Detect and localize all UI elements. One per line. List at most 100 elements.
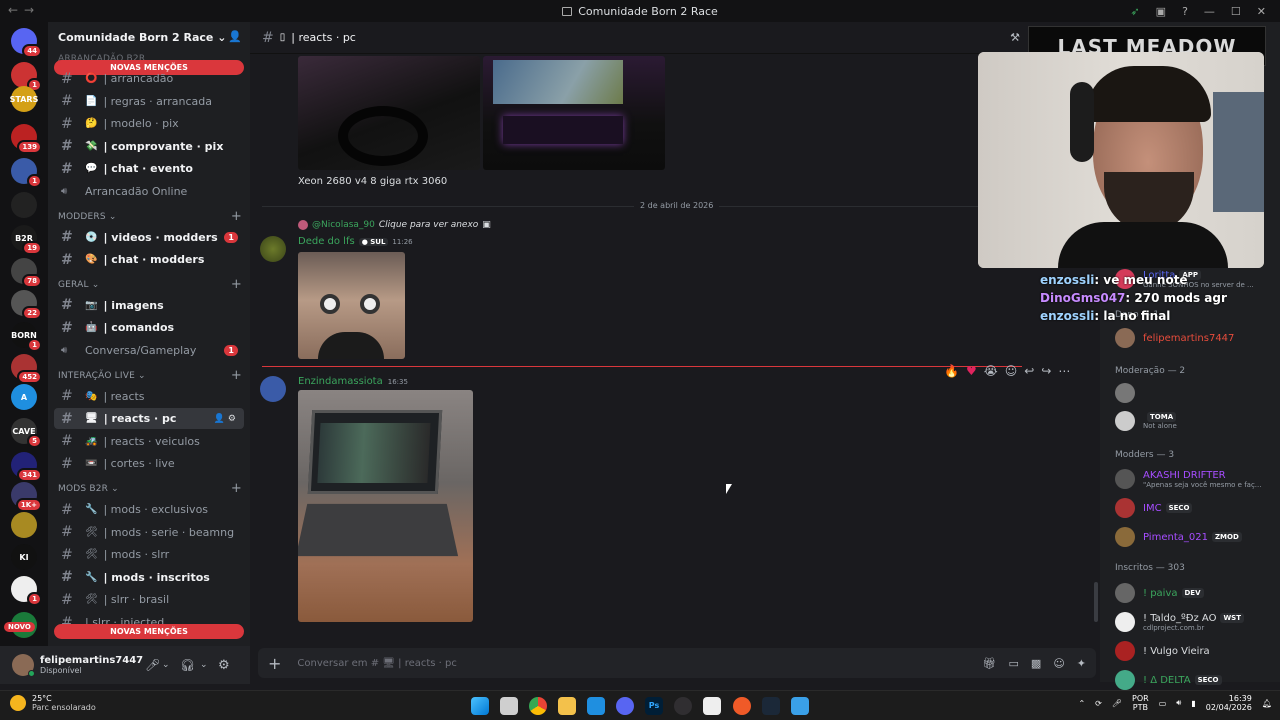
fire-reaction[interactable]: 🔥 (944, 364, 959, 378)
mail-icon[interactable] (587, 697, 605, 715)
tray-chevron-icon[interactable]: ⌃ (1078, 699, 1085, 708)
chevron-down-icon[interactable]: ⌄ (200, 660, 208, 670)
mic-icon[interactable]: 🎤︎ (145, 658, 160, 672)
server-icon[interactable]: 1 (11, 158, 42, 188)
steam-icon[interactable] (762, 697, 780, 715)
server-icon[interactable]: 139 (11, 124, 42, 154)
weather-widget[interactable]: 25°C Parc ensolarado (10, 694, 96, 712)
help-icon[interactable]: ? (1182, 5, 1188, 18)
reply-icon[interactable]: ↩ (1024, 364, 1034, 378)
channel-item[interactable]: # 🛠 | mods · serie · beamng (54, 522, 244, 543)
server-icon[interactable]: STARS (10, 86, 38, 112)
channel-item[interactable]: # 💸 | comprovante · pix (54, 136, 244, 157)
attachment-image[interactable] (298, 390, 473, 622)
sync-icon[interactable]: ⟳ (1095, 699, 1102, 708)
add-channel-icon[interactable]: + (231, 481, 242, 496)
volume-icon[interactable]: 🔊︎ (1176, 698, 1181, 708)
channel-item[interactable]: # 🚜 | reacts · veiculos (54, 431, 244, 452)
member-item[interactable]: ! Taldo_ºĐz AO WST cdlproject.com.br (1115, 611, 1275, 633)
obs-icon[interactable] (674, 697, 692, 715)
sticker-icon[interactable]: ▩ (1031, 657, 1041, 670)
new-mentions-bottom[interactable]: NOVAS MENÇÕES (54, 624, 244, 639)
server-icon[interactable]: 1 (11, 576, 42, 606)
nitro-icon[interactable]: ➶ (1130, 5, 1139, 18)
network-icon[interactable]: ▭ (1159, 699, 1167, 708)
server-icon[interactable]: 78 (11, 258, 42, 288)
attachment-image[interactable] (483, 56, 665, 170)
emoji-icon[interactable]: ☺ (1053, 657, 1064, 670)
member-item[interactable]: TOMA Not alone (1115, 410, 1275, 432)
channel-item[interactable]: # 📄 | regras · arrancada (54, 91, 244, 112)
member-item[interactable]: Pimenta_021 ZMOD (1115, 526, 1275, 548)
app-icon[interactable] (733, 697, 751, 715)
channel-item[interactable]: # 🛠 | mods · slrr (54, 544, 244, 565)
gift-icon[interactable]: 🎁︎ (983, 657, 997, 670)
server-icon[interactable]: 44 (11, 28, 42, 58)
close-button[interactable]: ✕ (1257, 5, 1266, 18)
threads-icon[interactable]: ⚒ (1010, 31, 1020, 44)
headphones-icon[interactable]: 🎧︎ (180, 658, 195, 672)
chevron-down-icon[interactable]: ⌄ (162, 660, 170, 670)
server-icon[interactable]: BORN 1 (11, 322, 42, 352)
cry-reaction[interactable]: 😭 (984, 364, 998, 378)
server-icon[interactable] (11, 512, 37, 538)
channel-item[interactable]: # 💿 | videos · modders 1 (54, 227, 244, 248)
server-icon[interactable]: 1K+ (11, 482, 42, 512)
more-icon[interactable]: ⋯ (1058, 364, 1070, 378)
message-input[interactable]: Conversar em # 🖥 | reacts · pc (297, 658, 456, 669)
heart-reaction[interactable]: ♥ (966, 364, 977, 378)
add-channel-icon[interactable]: + (231, 368, 242, 383)
channel-item[interactable]: # 🔧 | mods · inscritos (54, 567, 244, 588)
photoshop-icon[interactable]: Ps (645, 697, 663, 715)
add-channel-icon[interactable]: + (231, 209, 242, 224)
channel-item[interactable]: # ⭕ | arrancadão (54, 68, 244, 89)
battery-icon[interactable]: ▮ (1191, 699, 1195, 708)
channel-item[interactable]: # 🎭 | reacts (54, 386, 244, 407)
chrome-icon[interactable] (529, 697, 547, 715)
member-item[interactable] (1115, 382, 1275, 404)
channel-item[interactable]: # 🛠 | slrr · brasil (54, 589, 244, 610)
server-icon[interactable] (11, 192, 37, 218)
guild-name[interactable]: Comunidade Born 2 Race ⌄ (58, 31, 226, 44)
channel-settings-icon[interactable]: 👤 ⚙ (214, 414, 236, 424)
category-header[interactable]: GERAL ⌄ + (58, 277, 248, 292)
channel-item[interactable]: # 🤔 | modelo · pix (54, 113, 244, 134)
server-icon[interactable]: KI (11, 544, 37, 570)
discord-icon[interactable] (616, 697, 634, 715)
attachment-image[interactable] (298, 252, 405, 359)
minimize-button[interactable]: — (1204, 5, 1215, 18)
inbox-icon[interactable]: ▣ (1156, 5, 1166, 18)
member-item[interactable]: ! Δ DELTA SECO (1115, 669, 1275, 691)
server-icon[interactable]: 1 (11, 62, 42, 92)
channel-item[interactable]: # 💬 | chat · evento (54, 158, 244, 179)
server-icon[interactable]: 452 (11, 354, 42, 384)
avatar[interactable] (260, 236, 286, 262)
category-header[interactable]: INTERAÇÃO LIVE ⌄ + (58, 368, 248, 383)
add-channel-icon[interactable]: + (231, 277, 242, 292)
novo-badge[interactable]: NOVO (4, 622, 35, 632)
channel-item[interactable]: # 🤖 | comandos (54, 317, 244, 338)
channel-item[interactable]: # 🎨 | chat · modders (54, 249, 244, 270)
notification-icon[interactable]: 🔔︎ (1262, 699, 1272, 708)
apps-icon[interactable]: ✦ (1077, 657, 1086, 670)
reply-preview[interactable]: @Nicolasa_90 Clique para ver anexo ▣ (298, 220, 491, 230)
maximize-button[interactable]: ☐ (1231, 5, 1241, 18)
channel-item[interactable]: # 🖥 | reacts · pc 👤 ⚙ (54, 408, 244, 430)
server-icon[interactable]: 341 (11, 452, 42, 482)
server-icon[interactable]: B2R 19 (11, 225, 42, 255)
add-member-icon[interactable]: 👤 (228, 30, 242, 43)
notepad-icon[interactable] (791, 697, 809, 715)
channel-item[interactable]: # 📼 | cortes · live (54, 453, 244, 474)
gear-icon[interactable]: ⚙ (218, 658, 230, 673)
attachment-image[interactable] (298, 56, 480, 170)
scrollbar[interactable] (1094, 582, 1098, 622)
nav-arrows[interactable]: ←→ (8, 3, 40, 17)
server-icon[interactable]: A (11, 384, 37, 410)
member-item[interactable]: ! paiva DEV (1115, 582, 1275, 604)
avatar[interactable] (12, 654, 35, 677)
file-explorer-icon[interactable] (558, 697, 576, 715)
member-item[interactable]: IMC SECO (1115, 497, 1275, 519)
gif-icon[interactable]: ▭ (1009, 657, 1019, 670)
epic-icon[interactable] (703, 697, 721, 715)
member-item[interactable]: AKASHI DRIFTER "Apenas seja você mesmo e … (1115, 468, 1275, 490)
